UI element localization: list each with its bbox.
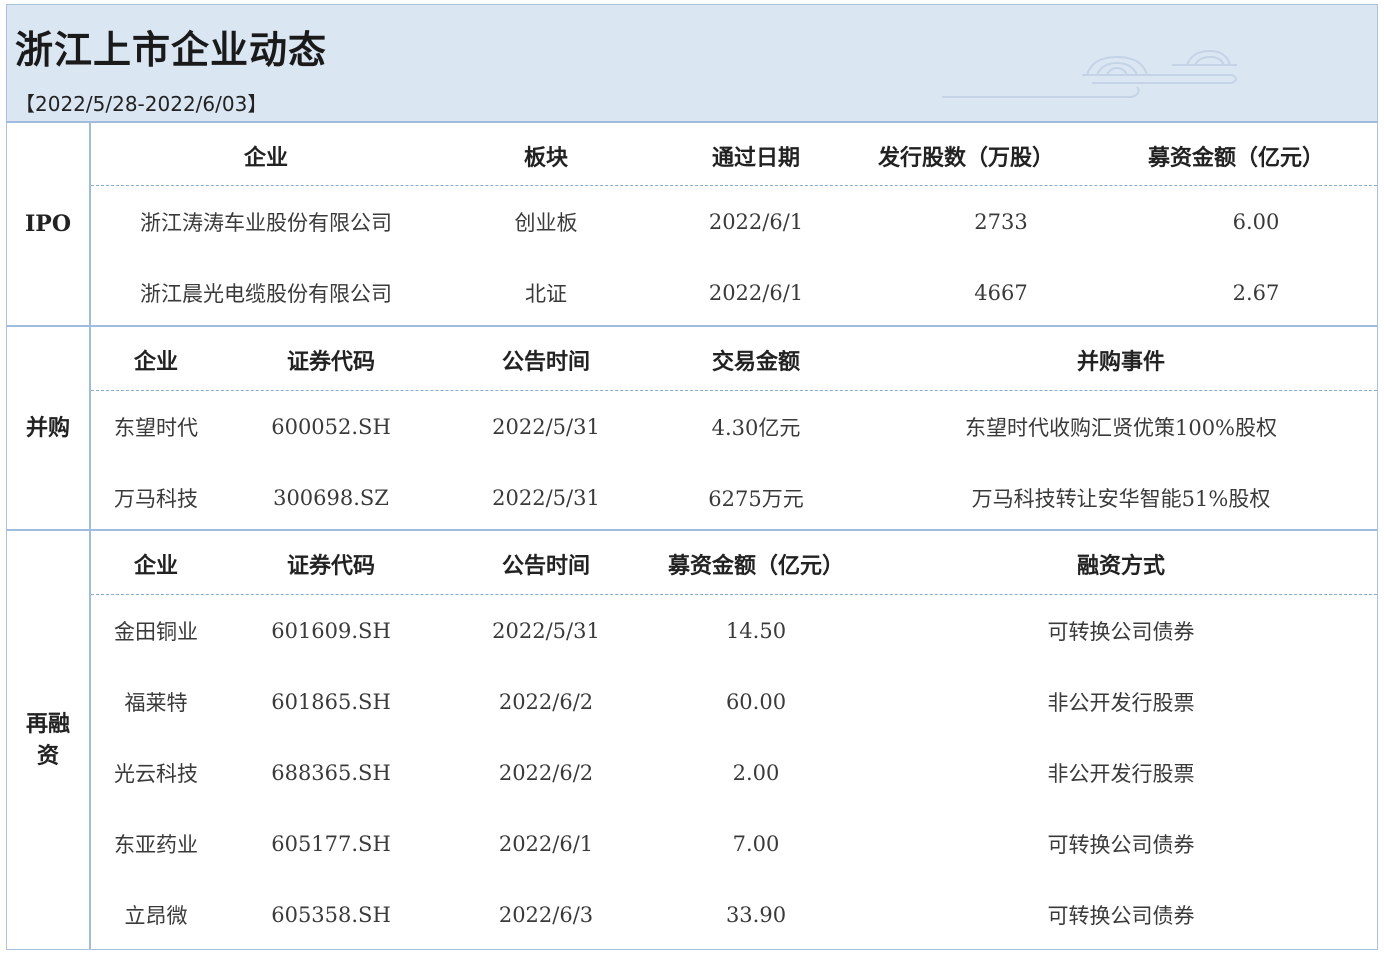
refinance-section-label: 再融资 (7, 531, 91, 949)
ma-section: 并购 企业 证券代码 公告时间 交易金额 并购事件 东望时代 600052.SH… (7, 327, 1377, 531)
column-header: 证券代码 (286, 349, 375, 375)
method-cell: 非公开发行股票 (1047, 691, 1195, 715)
ipo-section-label: IPO (7, 123, 91, 325)
refinance-table: 企业 证券代码 公告时间 募资金额（亿元） 融资方式 金田铜业 601609.S… (91, 531, 1377, 949)
table-row: 东望时代 600052.SH 2022/5/31 4.30亿元 东望时代收购汇贤… (91, 398, 1377, 456)
refinance-section: 再融资 企业 证券代码 公告时间 募资金额（亿元） 融资方式 金田铜业 6016… (7, 531, 1377, 949)
column-header: 企业 (133, 553, 178, 579)
method-cell: 可转换公司债券 (1047, 833, 1195, 857)
ipo-section: IPO 企业 板块 通过日期 发行股数（万股） 募资金额（亿元） 浙江涛涛车业股… (7, 123, 1377, 327)
company-cell: 东亚药业 (114, 833, 198, 857)
amount-cell: 2.00 (732, 761, 780, 785)
report-header: 浙江上市企业动态 【2022/5/28-2022/6/03】 (7, 5, 1377, 123)
amount-cell: 2.67 (1232, 281, 1280, 305)
ipo-header-row: 企业 板块 通过日期 发行股数（万股） 募资金额（亿元） (91, 127, 1377, 186)
company-cell: 光云科技 (114, 762, 198, 786)
date-cell: 2022/5/31 (492, 415, 600, 439)
company-cell: 浙江涛涛车业股份有限公司 (140, 211, 392, 235)
amount-cell: 14.50 (725, 619, 787, 643)
code-cell: 605358.SH (271, 903, 391, 927)
event-cell: 万马科技转让安华智能51%股权 (971, 487, 1271, 511)
method-cell: 可转换公司债券 (1047, 904, 1195, 928)
table-row: 福莱特 601865.SH 2022/6/2 60.00 非公开发行股票 (91, 673, 1377, 731)
column-header: 板块 (523, 145, 568, 171)
company-cell: 金田铜业 (114, 620, 198, 644)
date-cell: 2022/6/2 (498, 690, 594, 714)
column-header: 募资金额（亿元） (667, 553, 844, 579)
date-cell: 2022/5/31 (492, 619, 600, 643)
shares-cell: 4667 (974, 281, 1028, 305)
company-cell: 东望时代 (114, 416, 198, 440)
column-header: 通过日期 (711, 145, 800, 171)
company-cell: 浙江晨光电缆股份有限公司 (140, 282, 392, 306)
table-row: 金田铜业 601609.SH 2022/5/31 14.50 可转换公司债券 (91, 602, 1377, 660)
report-title: 浙江上市企业动态 (15, 28, 328, 72)
date-range: 【2022/5/28-2022/6/03】 (15, 92, 268, 116)
date-cell: 2022/6/1 (708, 281, 804, 305)
column-header: 企业 (133, 349, 178, 375)
column-header: 募资金额（亿元） (1147, 145, 1324, 171)
column-header: 企业 (243, 145, 288, 171)
cloud-decoration-icon (942, 49, 1237, 98)
date-cell: 2022/5/31 (492, 486, 600, 510)
event-cell: 东望时代收购汇贤优策100%股权 (964, 416, 1278, 440)
refinance-header-row: 企业 证券代码 公告时间 募资金额（亿元） 融资方式 (91, 534, 1377, 595)
table-row: 万马科技 300698.SZ 2022/5/31 6275万元 万马科技转让安华… (91, 469, 1377, 527)
amount-cell: 7.00 (732, 832, 780, 856)
report-card: 浙江上市企业动态 【2022/5/28-2022/6/03】 IPO 企业 板块 (6, 4, 1378, 950)
board-cell: 北证 (525, 282, 567, 306)
ma-table: 企业 证券代码 公告时间 交易金额 并购事件 东望时代 600052.SH 20… (91, 327, 1377, 529)
ma-section-label: 并购 (7, 327, 91, 529)
code-cell: 300698.SZ (273, 486, 389, 510)
ipo-table: 企业 板块 通过日期 发行股数（万股） 募资金额（亿元） 浙江涛涛车业股份有限公… (91, 123, 1377, 325)
column-header: 融资方式 (1076, 553, 1165, 579)
code-cell: 601609.SH (271, 619, 391, 643)
column-header: 交易金额 (711, 349, 800, 375)
company-cell: 福莱特 (124, 691, 188, 715)
code-cell: 600052.SH (271, 415, 391, 439)
column-header: 公告时间 (501, 349, 590, 375)
date-cell: 2022/6/2 (498, 761, 594, 785)
company-cell: 万马科技 (114, 487, 198, 511)
column-header: 并购事件 (1076, 349, 1165, 375)
table-row: 立昂微 605358.SH 2022/6/3 33.90 可转换公司债券 (91, 886, 1377, 944)
company-cell: 立昂微 (124, 904, 188, 928)
board-cell: 创业板 (514, 211, 578, 235)
amount-cell: 4.30亿元 (711, 416, 801, 440)
method-cell: 非公开发行股票 (1047, 762, 1195, 786)
date-cell: 2022/6/1 (708, 210, 804, 234)
amount-cell: 60.00 (725, 690, 787, 714)
amount-cell: 33.90 (725, 903, 787, 927)
table-row: 浙江涛涛车业股份有限公司 创业板 2022/6/1 2733 6.00 (91, 193, 1377, 251)
date-cell: 2022/6/3 (498, 903, 594, 927)
table-row: 浙江晨光电缆股份有限公司 北证 2022/6/1 4667 2.67 (91, 264, 1377, 322)
code-cell: 601865.SH (271, 690, 391, 714)
column-header: 公告时间 (501, 553, 590, 579)
table-row: 东亚药业 605177.SH 2022/6/1 7.00 可转换公司债券 (91, 815, 1377, 873)
column-header: 发行股数（万股） (877, 145, 1054, 171)
date-cell: 2022/6/1 (498, 832, 594, 856)
shares-cell: 2733 (974, 210, 1028, 234)
code-cell: 688365.SH (271, 761, 391, 785)
method-cell: 可转换公司债券 (1047, 620, 1195, 644)
column-header: 证券代码 (286, 553, 375, 579)
amount-cell: 6.00 (1232, 210, 1280, 234)
table-row: 光云科技 688365.SH 2022/6/2 2.00 非公开发行股票 (91, 744, 1377, 802)
amount-cell: 6275万元 (708, 487, 804, 511)
ma-header-row: 企业 证券代码 公告时间 交易金额 并购事件 (91, 330, 1377, 391)
code-cell: 605177.SH (271, 832, 391, 856)
